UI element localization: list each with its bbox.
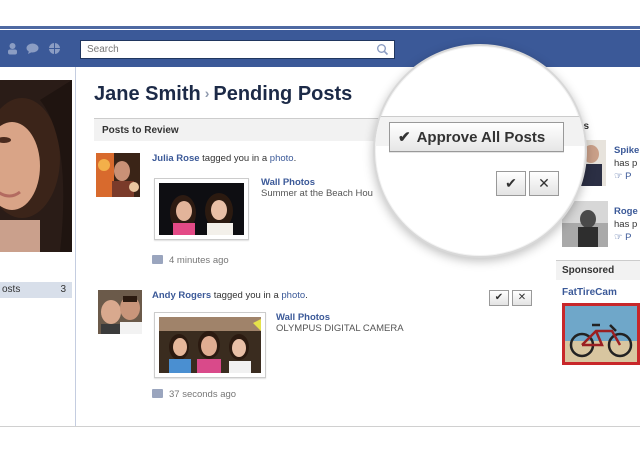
time-text: 37 seconds ago: [169, 389, 237, 400]
action-label: P: [625, 232, 632, 243]
sidebar-item-label: osts: [2, 284, 21, 295]
album-caption: OLYMPUS DIGITAL CAMERA: [276, 323, 404, 334]
owner-name-link[interactable]: Jane Smith: [94, 83, 201, 105]
post-description: Julia Rose tagged you in a photo.: [152, 153, 296, 164]
reject-post-button[interactable]: ✕: [529, 171, 559, 196]
footer-divider: [0, 426, 640, 427]
search-placeholder: Search: [87, 44, 119, 55]
facebook-page: Search osts 3 Jane Smith › Pending Posts P…: [0, 0, 640, 457]
ad-title-link[interactable]: FatTireCam: [562, 287, 617, 298]
author-link[interactable]: Julia Rose: [152, 153, 200, 164]
approve-all-posts-button[interactable]: ✔ Approve All Posts: [389, 122, 564, 152]
person-action-link[interactable]: ☞ P: [614, 170, 639, 183]
pending-count-badge: 3: [60, 284, 66, 295]
time-text: 4 minutes ago: [169, 255, 229, 266]
post-punctuation: .: [305, 290, 308, 301]
post-timestamp: 37 seconds ago: [152, 389, 236, 400]
page-title: Jane Smith › Pending Posts: [94, 83, 352, 106]
photo-link[interactable]: photo: [281, 290, 305, 301]
notifications-icon[interactable]: [48, 42, 61, 55]
messages-icon[interactable]: [26, 42, 39, 55]
search-input[interactable]: Search: [80, 40, 395, 59]
album-title-link[interactable]: Wall Photos: [276, 312, 404, 323]
person-subtitle: has p: [614, 219, 638, 230]
photo-link[interactable]: photo: [270, 153, 294, 164]
sponsored-header: Sponsored: [562, 265, 615, 276]
photo-small-icon: [152, 255, 163, 264]
person-subtitle: has p: [614, 158, 638, 169]
page-name: Pending Posts: [213, 83, 353, 105]
search-icon[interactable]: [376, 43, 389, 56]
author-link[interactable]: Andy Rogers: [152, 290, 211, 301]
person-name-link[interactable]: Spike: [614, 144, 639, 157]
person-action-link[interactable]: ☞ P: [614, 231, 638, 244]
poke-icon: ☞: [614, 171, 626, 182]
friend-requests-icon[interactable]: [6, 42, 19, 55]
top-accent-line: [0, 26, 640, 29]
post-timestamp: 4 minutes ago: [152, 255, 229, 266]
tagged-photo[interactable]: [154, 312, 266, 378]
sidebar-item-pending-posts[interactable]: osts 3: [0, 282, 72, 298]
album-info: Wall Photos OLYMPUS DIGITAL CAMERA: [276, 312, 404, 334]
post-punctuation: .: [293, 153, 297, 164]
album-info: Wall Photos Summer at the Beach Hou: [261, 177, 373, 199]
post-description: Andy Rogers tagged you in a photo.: [152, 290, 308, 301]
approve-post-button[interactable]: ✔: [496, 171, 526, 196]
reject-post-button[interactable]: ✕: [512, 290, 532, 306]
profile-picture[interactable]: [0, 80, 72, 252]
breadcrumb-separator: ›: [204, 85, 210, 101]
post-action-text: tagged you in a: [211, 290, 282, 301]
post-action-text: tagged you in a: [199, 153, 270, 164]
poke-icon: ☞: [614, 232, 626, 243]
checkmark-icon: ✔: [398, 129, 411, 146]
album-title-link[interactable]: Wall Photos: [261, 177, 373, 188]
approve-all-label: Approve All Posts: [416, 129, 546, 146]
tagged-photo[interactable]: [154, 178, 249, 240]
magnifier-callout: ✔ Approve All Posts ✔ ✕: [373, 44, 587, 258]
photo-small-icon: [152, 389, 163, 398]
approve-post-button[interactable]: ✔: [489, 290, 509, 306]
action-label: P: [625, 171, 632, 182]
review-header-label: Posts to Review: [102, 125, 179, 136]
ad-image[interactable]: [562, 303, 640, 365]
avatar[interactable]: [98, 290, 142, 334]
album-caption: Summer at the Beach Hou: [261, 188, 373, 199]
avatar[interactable]: [96, 153, 140, 197]
person-name-link[interactable]: Roge: [614, 205, 638, 218]
